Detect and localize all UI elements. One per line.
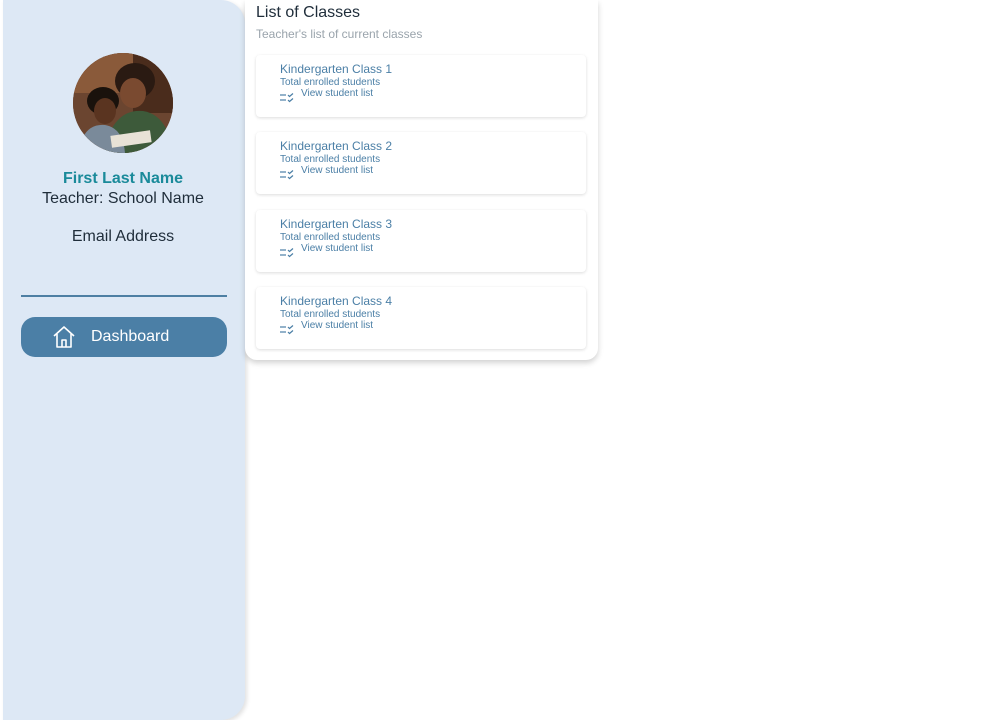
view-student-list-text: View student list [301, 165, 374, 176]
view-student-list-text: View student list [301, 243, 374, 254]
panel-subtitle: Teacher's list of current classes [256, 27, 423, 41]
checklist-icon [280, 245, 294, 258]
classes-panel: List of Classes Teacher's list of curren… [245, 0, 598, 360]
sidebar-divider [21, 295, 227, 297]
class-card[interactable]: Kindergarten Class 3 Total enrolled stud… [256, 210, 586, 272]
checklist-icon [280, 90, 294, 103]
class-title: Kindergarten Class 3 [280, 217, 393, 231]
class-enrolled-label: Total enrolled students [280, 232, 381, 243]
class-card[interactable]: Kindergarten Class 1 Total enrolled stud… [256, 55, 586, 117]
home-icon [52, 325, 76, 349]
view-student-list-text: View student list [301, 320, 374, 331]
profile-email: Email Address [71, 228, 175, 245]
class-card[interactable]: Kindergarten Class 2 Total enrolled stud… [256, 132, 586, 194]
avatar [73, 53, 173, 153]
class-title: Kindergarten Class 4 [280, 294, 393, 308]
class-enrolled-label: Total enrolled students [280, 309, 381, 320]
class-title: Kindergarten Class 2 [280, 139, 393, 153]
nav-dashboard-button[interactable]: Dashboard [21, 317, 227, 357]
panel-title: List of Classes [256, 4, 361, 21]
sidebar: First Last Name Teacher: School Name Ema… [3, 0, 245, 720]
profile-school: Teacher: School Name [42, 190, 204, 207]
class-title: Kindergarten Class 1 [280, 62, 393, 76]
profile-name: First Last Name [62, 170, 184, 187]
class-card[interactable]: Kindergarten Class 4 Total enrolled stud… [256, 287, 586, 349]
checklist-icon [280, 167, 294, 180]
class-enrolled-label: Total enrolled students [280, 154, 381, 165]
checklist-icon [280, 322, 294, 335]
view-student-list-text: View student list [301, 88, 374, 99]
nav-dashboard-label: Dashboard [91, 328, 170, 345]
class-enrolled-label: Total enrolled students [280, 77, 381, 88]
